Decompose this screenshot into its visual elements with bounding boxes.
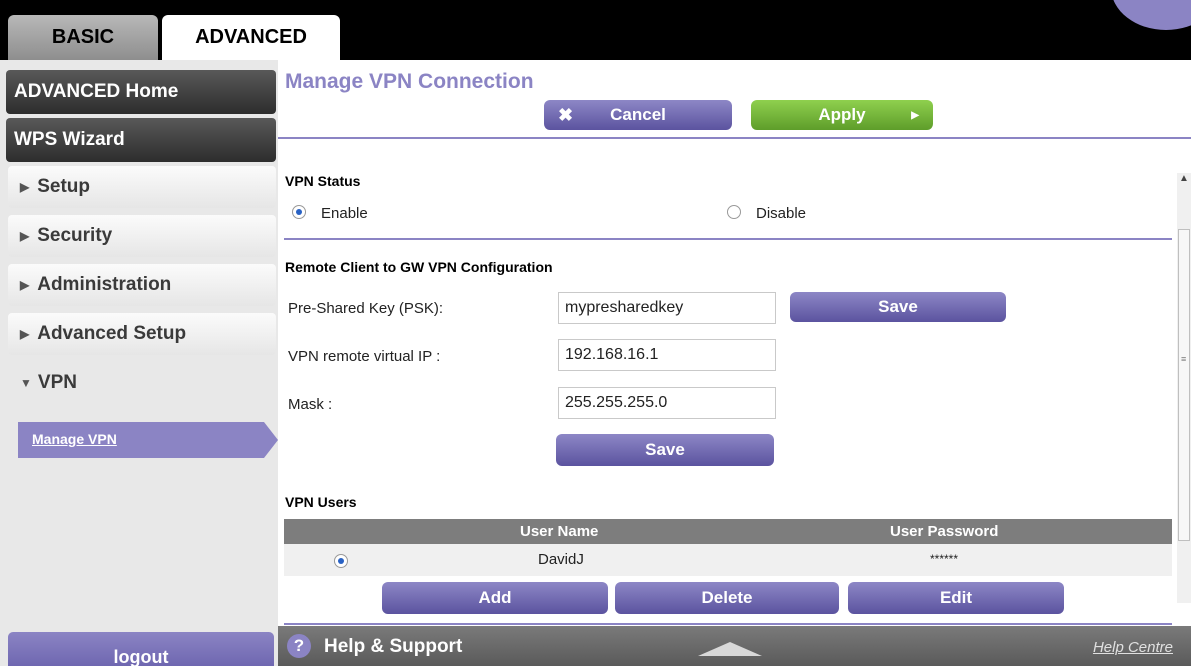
- divider: [284, 623, 1172, 625]
- users-table-header: User Name User Password: [284, 519, 1172, 544]
- play-arrow-icon: ▶: [911, 109, 919, 121]
- sidebar-item-administration[interactable]: ▶ Administration: [8, 264, 276, 306]
- sidebar-item-vpn[interactable]: ▼ VPN: [8, 362, 276, 404]
- user-name-cell: DavidJ: [538, 551, 584, 568]
- triangle-right-icon: ▶: [20, 229, 30, 243]
- sidebar-item-setup[interactable]: ▶ Setup: [8, 166, 276, 208]
- tab-basic[interactable]: BASIC: [8, 15, 158, 60]
- virtual-ip-input[interactable]: [558, 339, 776, 371]
- apply-label: Apply: [818, 105, 866, 124]
- main-content: Manage VPN Connection ✖ Cancel Apply ▶ V…: [278, 60, 1191, 626]
- disable-radio[interactable]: [727, 205, 741, 219]
- manage-vpn-link[interactable]: Manage VPN: [32, 431, 117, 447]
- mask-input[interactable]: [558, 387, 776, 419]
- logout-button[interactable]: logout: [8, 632, 274, 666]
- psk-label: Pre-Shared Key (PSK):: [288, 300, 444, 317]
- column-user-name: User Name: [520, 523, 599, 540]
- vpn-users-label: VPN Users: [285, 494, 357, 510]
- divider: [284, 238, 1172, 240]
- disable-label: Disable: [756, 205, 807, 222]
- table-row[interactable]: DavidJ ******: [284, 544, 1172, 576]
- sidebar-item-label: VPN: [37, 372, 77, 393]
- mask-label: Mask :: [288, 396, 333, 413]
- cancel-label: Cancel: [610, 105, 666, 124]
- save-psk-button[interactable]: Save: [790, 292, 1006, 322]
- column-user-password: User Password: [890, 523, 999, 540]
- sidebar-item-label: Advanced Setup: [37, 323, 187, 344]
- sidebar-item-label: Security: [37, 225, 113, 246]
- brand-corner-shape: [1111, 0, 1191, 30]
- tab-advanced[interactable]: ADVANCED: [162, 15, 340, 60]
- question-icon: ?: [287, 634, 311, 658]
- edit-user-button[interactable]: Edit: [848, 582, 1064, 614]
- sidebar: ADVANCED Home WPS Wizard ▶ Setup ▶ Secur…: [0, 60, 278, 666]
- sidebar-item-wps-wizard[interactable]: WPS Wizard: [6, 118, 276, 162]
- user-select-radio[interactable]: [334, 554, 348, 568]
- help-support-bar[interactable]: ? Help & Support Help Centre: [278, 626, 1191, 666]
- sidebar-subitem-manage-vpn[interactable]: Manage VPN: [18, 422, 278, 458]
- save-config-button[interactable]: Save: [556, 434, 774, 466]
- close-icon: ✖: [558, 104, 574, 125]
- sidebar-item-advanced-setup[interactable]: ▶ Advanced Setup: [8, 313, 276, 355]
- triangle-right-icon: ▶: [20, 278, 30, 292]
- add-user-button[interactable]: Add: [382, 582, 608, 614]
- divider: [278, 137, 1191, 139]
- cancel-button[interactable]: ✖ Cancel: [544, 100, 732, 130]
- scrollbar[interactable]: ▲ ≡: [1177, 173, 1191, 603]
- triangle-down-icon: ▼: [20, 376, 32, 390]
- psk-input[interactable]: [558, 292, 776, 324]
- help-support-title: Help & Support: [324, 636, 463, 657]
- triangle-right-icon: ▶: [20, 327, 30, 341]
- top-bar: BASIC ADVANCED: [0, 0, 1191, 60]
- vpn-config-label: Remote Client to GW VPN Configuration: [285, 259, 553, 275]
- vpn-status-label: VPN Status: [285, 173, 361, 189]
- sidebar-item-label: Administration: [37, 274, 172, 295]
- sidebar-item-security[interactable]: ▶ Security: [8, 215, 276, 257]
- chevron-up-icon[interactable]: [698, 642, 762, 656]
- sidebar-item-label: Setup: [37, 176, 91, 197]
- help-centre-link[interactable]: Help Centre: [1093, 639, 1173, 656]
- scroll-thumb[interactable]: ≡: [1178, 229, 1190, 541]
- triangle-right-icon: ▶: [20, 180, 30, 194]
- delete-user-button[interactable]: Delete: [615, 582, 839, 614]
- sidebar-item-advanced-home[interactable]: ADVANCED Home: [6, 70, 276, 114]
- scroll-up-icon[interactable]: ▲: [1179, 173, 1189, 184]
- enable-label: Enable: [321, 205, 368, 222]
- page-title: Manage VPN Connection: [285, 70, 534, 93]
- virtual-ip-label: VPN remote virtual IP :: [288, 348, 441, 365]
- grip-icon: ≡: [1181, 354, 1187, 364]
- enable-radio[interactable]: [292, 205, 306, 219]
- user-password-cell: ******: [930, 552, 959, 566]
- apply-button[interactable]: Apply ▶: [751, 100, 933, 130]
